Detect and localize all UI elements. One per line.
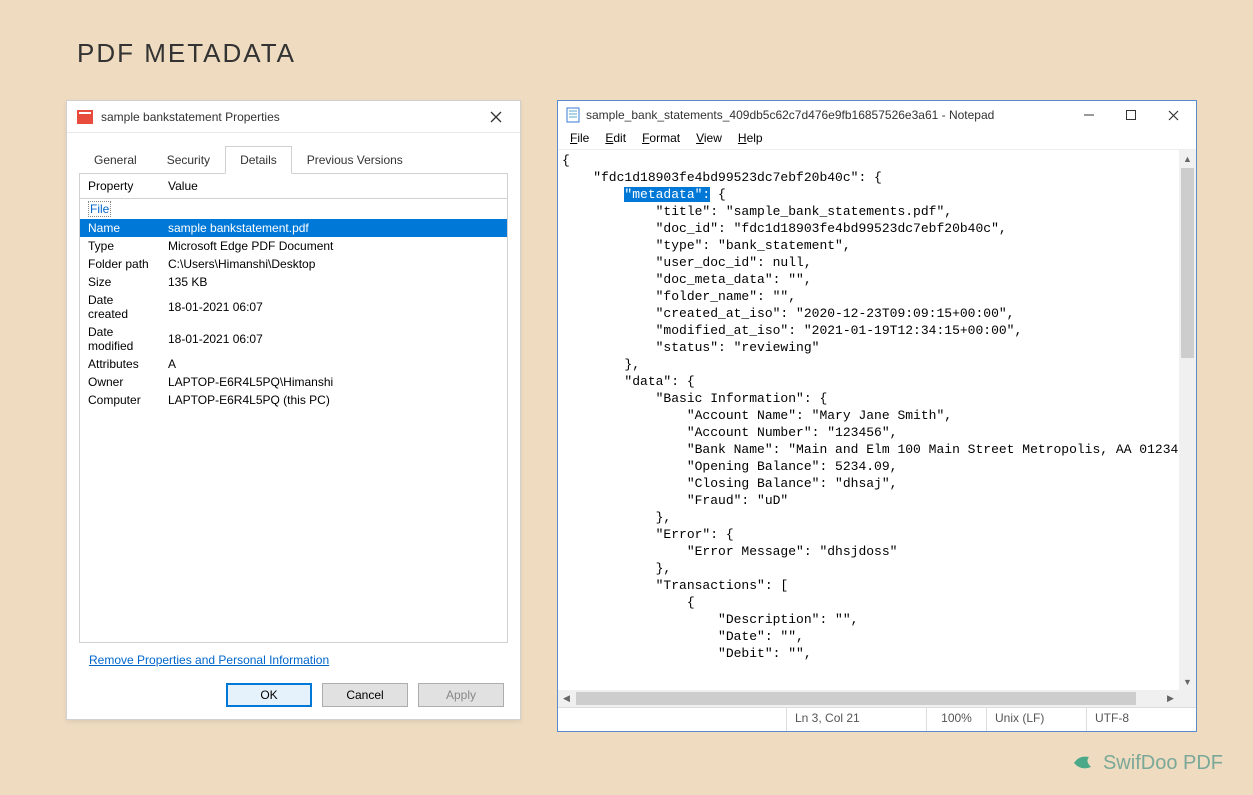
property-cell: Name — [80, 219, 160, 237]
status-encoding: UTF-8 — [1086, 708, 1196, 731]
table-row[interactable]: ComputerLAPTOP-E6R4L5PQ (this PC) — [80, 391, 507, 409]
tab-previous-versions[interactable]: Previous Versions — [292, 146, 418, 174]
tab-general[interactable]: General — [79, 146, 152, 174]
table-row[interactable]: Size135 KB — [80, 273, 507, 291]
group-file[interactable]: File — [80, 199, 507, 220]
tab-details[interactable]: Details — [225, 146, 292, 174]
status-position: Ln 3, Col 21 — [786, 708, 926, 731]
value-cell: 18-01-2021 06:07 — [160, 323, 507, 355]
scroll-up-icon[interactable]: ▲ — [1179, 150, 1196, 167]
brand-logo: SwifDoo PDF — [1071, 751, 1223, 775]
menu-format[interactable]: Format — [634, 129, 688, 149]
notepad-menu: FileEditFormatViewHelp — [558, 129, 1196, 149]
menu-view[interactable]: View — [688, 129, 730, 149]
tabs: GeneralSecurityDetailsPrevious Versions — [67, 133, 520, 173]
bird-icon — [1071, 751, 1095, 775]
notepad-title: sample_bank_statements_409db5c62c7d476e9… — [586, 108, 1068, 122]
value-cell: Microsoft Edge PDF Document — [160, 237, 507, 255]
table-row[interactable]: Date modified18-01-2021 06:07 — [80, 323, 507, 355]
value-cell: sample bankstatement.pdf — [160, 219, 507, 237]
titlebar: sample bankstatement Properties — [67, 101, 520, 133]
notepad-content[interactable]: { "fdc1d18903fe4bd99523dc7ebf20b40c": { … — [558, 149, 1196, 707]
menu-file[interactable]: File — [562, 129, 597, 149]
property-cell: Date created — [80, 291, 160, 323]
notepad-titlebar: sample_bank_statements_409db5c62c7d476e9… — [558, 101, 1196, 129]
menu-help[interactable]: Help — [730, 129, 771, 149]
apply-button[interactable]: Apply — [418, 683, 504, 707]
status-spacer — [558, 708, 786, 731]
window-title: sample bankstatement Properties — [101, 110, 478, 124]
details-panel: Property Value File Namesample bankstate… — [79, 173, 508, 643]
value-cell: 135 KB — [160, 273, 507, 291]
minimize-icon — [1084, 110, 1094, 120]
property-cell: Computer — [80, 391, 160, 409]
notepad-statusbar: Ln 3, Col 21 100% Unix (LF) UTF-8 — [558, 707, 1196, 731]
value-cell: LAPTOP-E6R4L5PQ (this PC) — [160, 391, 507, 409]
minimize-button[interactable] — [1068, 102, 1110, 128]
pdf-file-icon — [77, 110, 93, 124]
property-cell: Type — [80, 237, 160, 255]
table-row[interactable]: AttributesA — [80, 355, 507, 373]
value-cell: 18-01-2021 06:07 — [160, 291, 507, 323]
scroll-left-icon[interactable]: ◀ — [558, 690, 575, 707]
table-row[interactable]: TypeMicrosoft Edge PDF Document — [80, 237, 507, 255]
vertical-scrollbar[interactable]: ▲ ▼ — [1179, 150, 1196, 690]
property-cell: Size — [80, 273, 160, 291]
properties-dialog: sample bankstatement Properties GeneralS… — [66, 100, 521, 720]
dialog-buttons: OK Cancel Apply — [67, 677, 520, 719]
ok-button[interactable]: OK — [226, 683, 312, 707]
maximize-button[interactable] — [1110, 102, 1152, 128]
close-button[interactable] — [1152, 102, 1194, 128]
details-table: Property Value File Namesample bankstate… — [80, 174, 507, 409]
table-row[interactable]: Namesample bankstatement.pdf — [80, 219, 507, 237]
cancel-button[interactable]: Cancel — [322, 683, 408, 707]
page-title: PDF METADATA — [77, 38, 296, 69]
property-cell: Date modified — [80, 323, 160, 355]
close-icon — [1168, 110, 1179, 121]
remove-properties-link[interactable]: Remove Properties and Personal Informati… — [89, 653, 498, 667]
column-property[interactable]: Property — [80, 174, 160, 199]
notepad-window: sample_bank_statements_409db5c62c7d476e9… — [557, 100, 1197, 732]
close-icon — [490, 111, 502, 123]
notepad-icon — [566, 107, 580, 123]
menu-edit[interactable]: Edit — [597, 129, 634, 149]
value-cell: A — [160, 355, 507, 373]
table-row[interactable]: Date created18-01-2021 06:07 — [80, 291, 507, 323]
table-row[interactable]: Folder pathC:\Users\Himanshi\Desktop — [80, 255, 507, 273]
scroll-down-icon[interactable]: ▼ — [1179, 673, 1196, 690]
property-cell: Folder path — [80, 255, 160, 273]
horizontal-scrollbar[interactable]: ◀ ▶ — [558, 690, 1196, 707]
property-cell: Attributes — [80, 355, 160, 373]
value-cell: C:\Users\Himanshi\Desktop — [160, 255, 507, 273]
close-button[interactable] — [478, 103, 514, 131]
property-cell: Owner — [80, 373, 160, 391]
tab-security[interactable]: Security — [152, 146, 225, 174]
notepad-textarea[interactable]: { "fdc1d18903fe4bd99523dc7ebf20b40c": { … — [558, 150, 1196, 664]
status-line-ending: Unix (LF) — [986, 708, 1086, 731]
value-cell: LAPTOP-E6R4L5PQ\Himanshi — [160, 373, 507, 391]
status-zoom: 100% — [926, 708, 986, 731]
maximize-icon — [1126, 110, 1136, 120]
scroll-right-icon[interactable]: ▶ — [1162, 690, 1179, 707]
brand-text: SwifDoo PDF — [1103, 752, 1223, 775]
table-row[interactable]: OwnerLAPTOP-E6R4L5PQ\Himanshi — [80, 373, 507, 391]
column-value[interactable]: Value — [160, 174, 507, 199]
